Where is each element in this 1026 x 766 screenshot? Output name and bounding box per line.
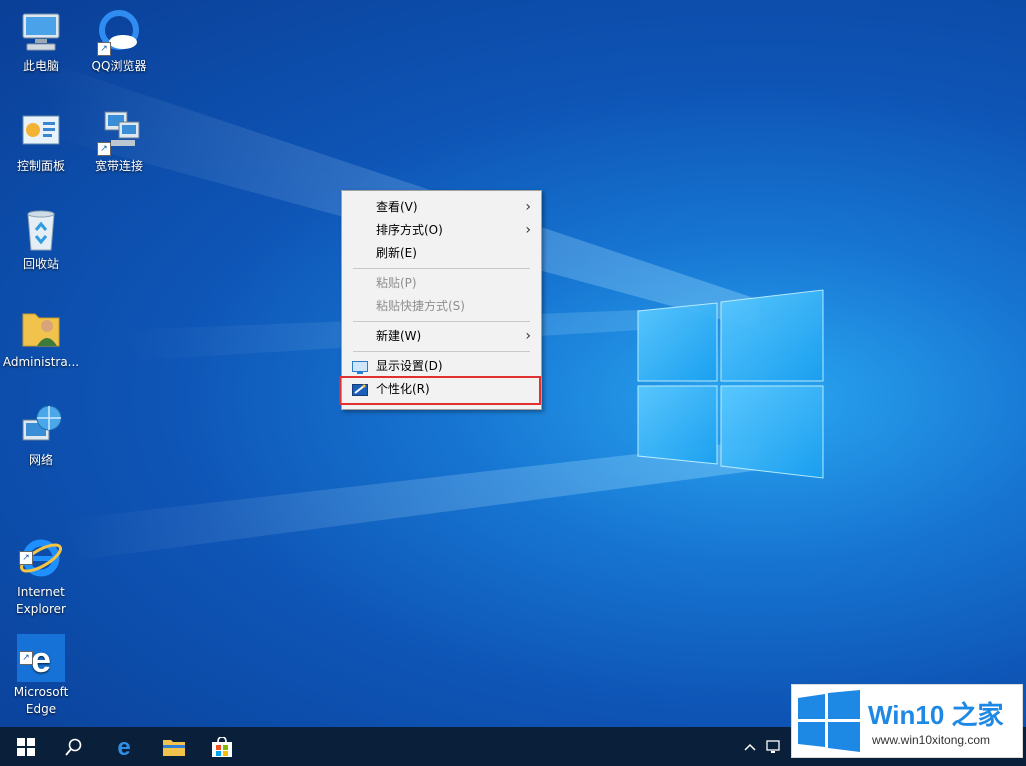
shortcut-arrow-icon: ↗: [97, 142, 111, 156]
control-panel-icon: [17, 108, 65, 156]
desktop-icon-qq-browser[interactable]: ↗ QQ浏览器: [80, 8, 158, 75]
broadband-connection-icon: ↗: [95, 108, 143, 156]
shortcut-arrow-icon: ↗: [19, 551, 33, 565]
show-hidden-icons-button[interactable]: [738, 727, 762, 766]
desktop-icon-user-folder[interactable]: Administra...: [2, 304, 80, 371]
desktop-icon-label: 网络: [28, 453, 53, 467]
menu-item-label: 粘贴(P): [376, 276, 417, 290]
desktop-icon-microsoft-edge[interactable]: e ↗ Microsoft Edge: [2, 600, 80, 718]
user-folder-icon: [17, 304, 65, 352]
recycle-bin-icon: [17, 206, 65, 254]
menu-item-label: 新建(W): [376, 329, 422, 343]
menu-separator: [353, 351, 530, 352]
menu-item-display-settings[interactable]: 显示设置(D): [342, 355, 541, 377]
network-tray-button[interactable]: [762, 727, 786, 766]
desktop-icon-label: Microsoft Edge: [13, 685, 69, 716]
menu-item-label: 粘贴快捷方式(S): [376, 299, 465, 313]
desktop-icon-label: 回收站: [22, 257, 59, 271]
windows-start-icon: [17, 737, 35, 756]
taskbar-file-explorer-button[interactable]: [150, 727, 198, 766]
menu-item-personalize[interactable]: 个性化(R): [342, 378, 541, 400]
watermark-url: www.win10xitong.com: [872, 733, 991, 747]
watermark-badge: Win10 之家 www.win10xitong.com: [791, 684, 1023, 758]
menu-item-label: 显示设置(D): [376, 359, 443, 373]
chevron-right-icon: ›: [525, 199, 531, 215]
store-icon: [212, 736, 232, 757]
desktop-icon-label: 此电脑: [22, 59, 59, 73]
menu-item-label: 排序方式(O): [376, 223, 443, 237]
menu-item-label: 刷新(E): [376, 246, 417, 260]
desktop-icon-recycle-bin[interactable]: 回收站: [2, 206, 80, 273]
desktop-icon-label: 控制面板: [16, 159, 65, 173]
chevron-right-icon: ›: [525, 222, 531, 238]
chevron-up-icon: [744, 743, 756, 751]
menu-item-paste-shortcut[interactable]: 粘贴快捷方式(S): [342, 295, 541, 317]
shortcut-arrow-icon: ↗: [97, 42, 111, 56]
edge-icon: e ↗: [17, 617, 65, 682]
menu-item-refresh[interactable]: 刷新(E): [342, 242, 541, 264]
desktop-icon-label: Administra...: [2, 355, 80, 369]
windows-logo: [637, 289, 824, 479]
menu-item-view[interactable]: 查看(V) ›: [342, 196, 541, 218]
search-icon: [65, 738, 82, 756]
file-explorer-icon: [163, 739, 185, 756]
desktop-context-menu: 查看(V) › 排序方式(O) › 刷新(E) 粘贴(P) 粘贴快捷方式(S) …: [341, 190, 542, 410]
desktop-icon-label: QQ浏览器: [91, 59, 147, 73]
start-button[interactable]: [2, 727, 50, 766]
desktop-icon-network[interactable]: 网络: [2, 402, 80, 469]
shortcut-arrow-icon: ↗: [19, 651, 33, 665]
desktop-icon-control-panel[interactable]: 控制面板: [2, 108, 80, 175]
display-icon: [352, 359, 368, 374]
personalize-icon: [352, 382, 368, 396]
menu-item-sort-by[interactable]: 排序方式(O) ›: [342, 219, 541, 241]
computer-icon: [17, 8, 65, 56]
desktop-icon-broadband[interactable]: ↗ 宽带连接: [80, 108, 158, 175]
network-globe-icon: [17, 402, 65, 450]
menu-item-paste[interactable]: 粘贴(P): [342, 272, 541, 294]
network-icon: [766, 739, 780, 753]
windows-logo-icon: [798, 690, 860, 752]
watermark-title: Win10 之家: [868, 700, 1004, 730]
svg-text:e: e: [31, 639, 51, 680]
svg-text:e: e: [117, 736, 130, 758]
search-button[interactable]: [50, 727, 98, 766]
menu-separator: [353, 321, 530, 322]
menu-item-label: 查看(V): [376, 200, 418, 214]
internet-explorer-icon: ↗: [17, 517, 65, 577]
menu-separator: [353, 268, 530, 269]
taskbar-store-button[interactable]: [198, 727, 246, 766]
taskbar-edge-button[interactable]: e: [100, 727, 148, 766]
qq-browser-icon: ↗: [95, 8, 143, 56]
menu-item-label: 个性化(R): [376, 382, 430, 396]
desktop-icon-this-pc[interactable]: 此电脑: [2, 8, 80, 75]
chevron-right-icon: ›: [525, 328, 531, 344]
menu-item-new[interactable]: 新建(W) ›: [342, 325, 541, 347]
desktop-icon-label: 宽带连接: [94, 159, 143, 173]
edge-icon: e: [117, 736, 130, 758]
